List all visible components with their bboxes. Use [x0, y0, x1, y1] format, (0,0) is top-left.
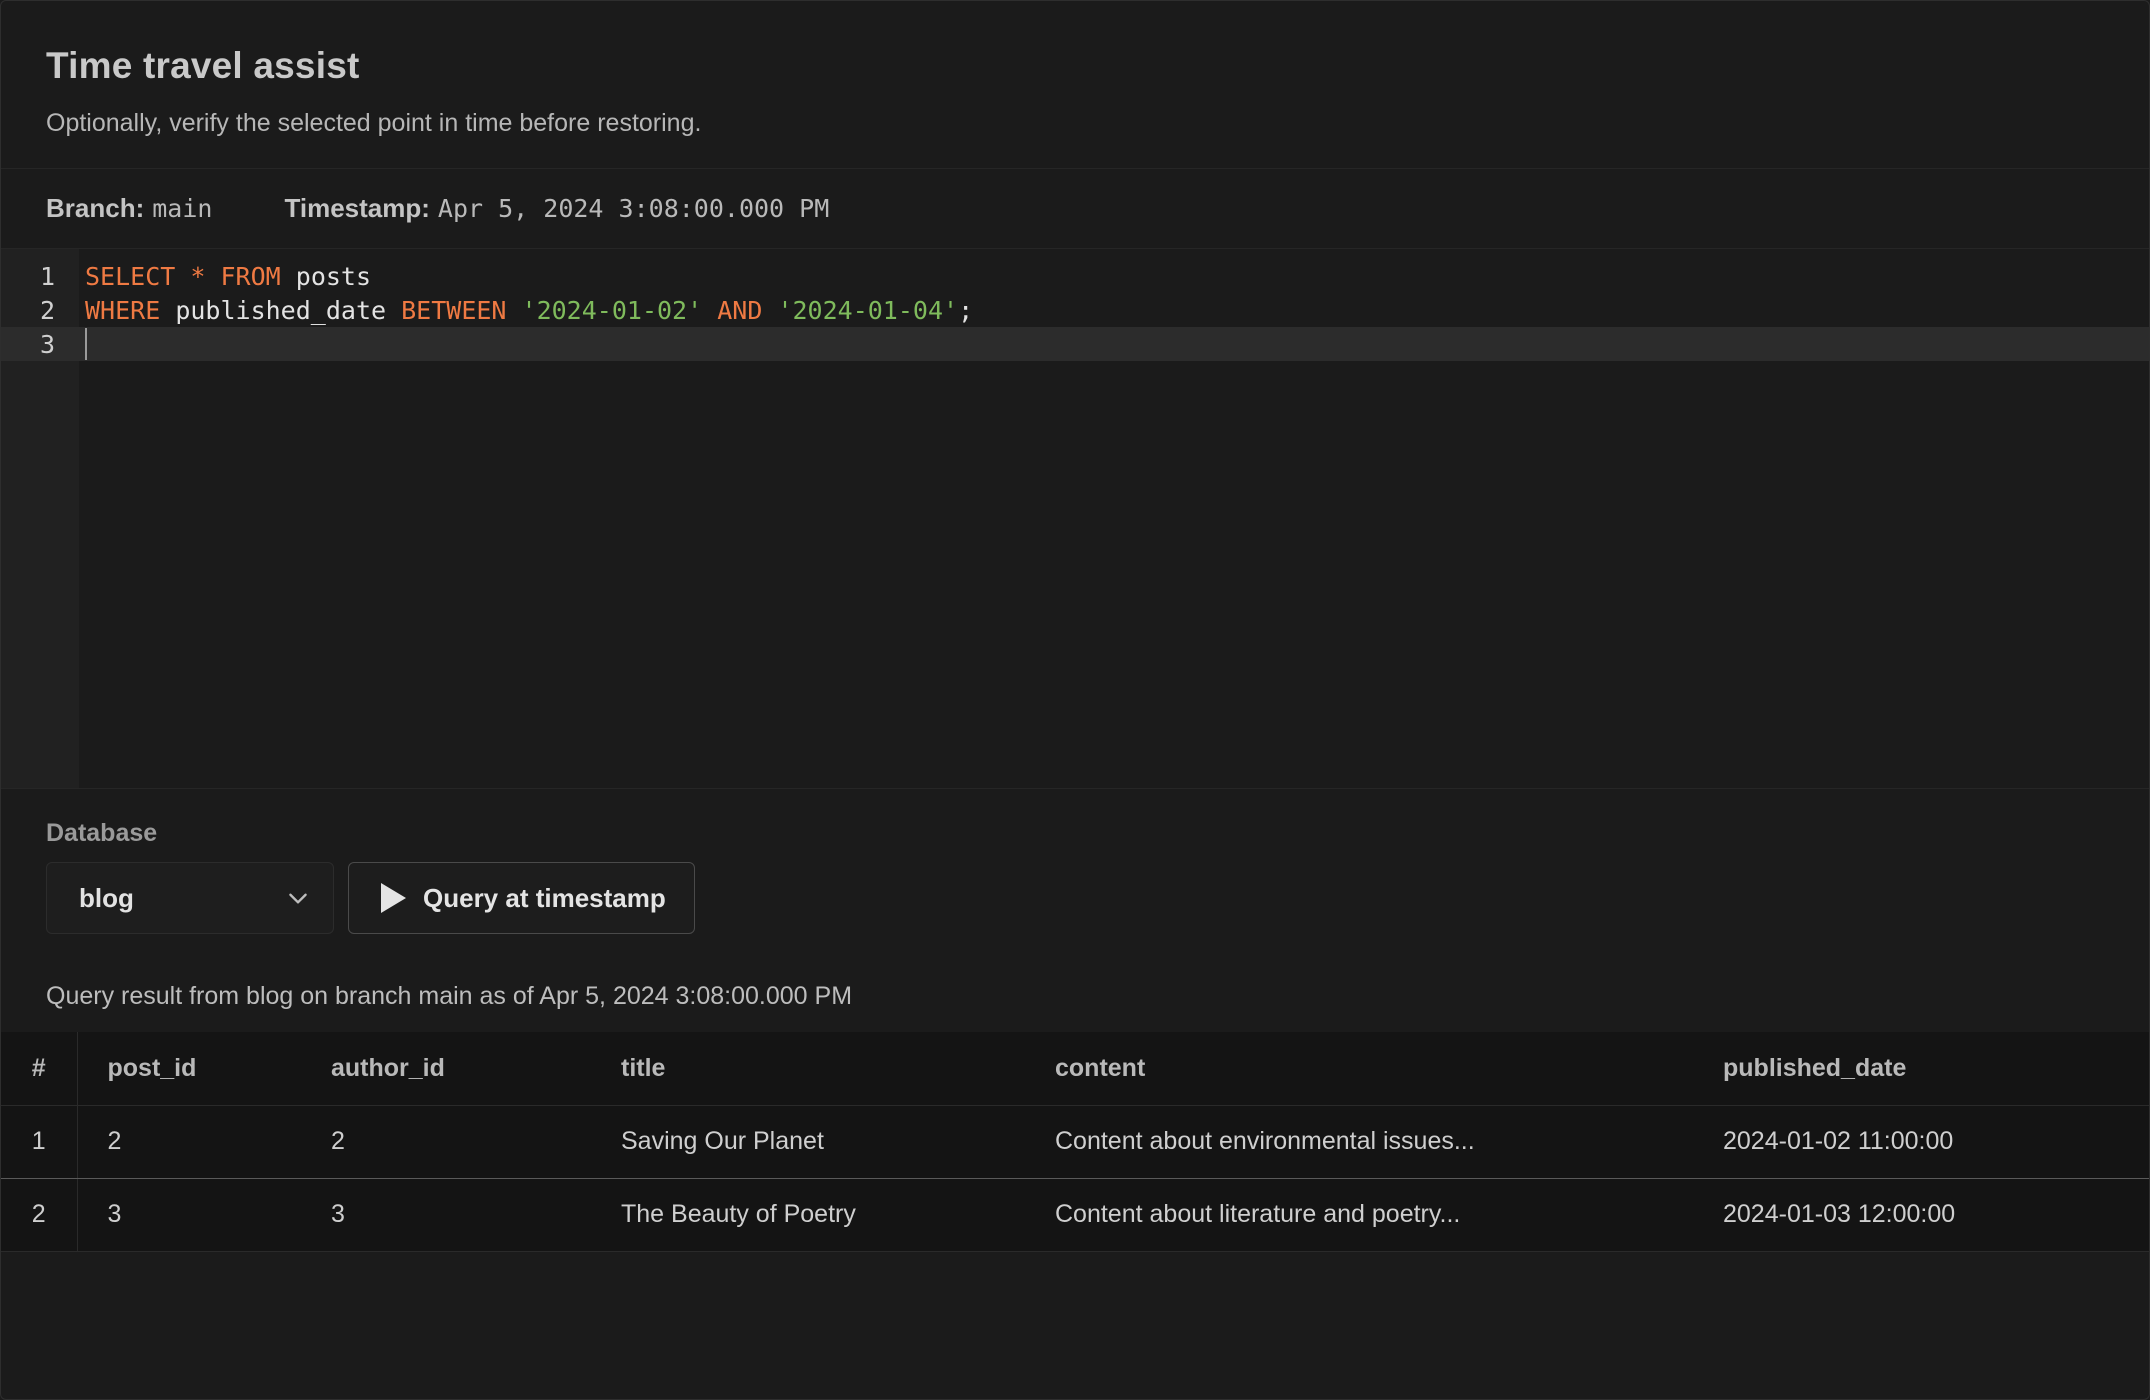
dialog-header: Time travel assist Optionally, verify th…	[1, 1, 2149, 169]
table-cell[interactable]: Content about environmental issues...	[1055, 1105, 1723, 1179]
keyword-token: WHERE	[85, 295, 161, 325]
code-line-1[interactable]: 1 SELECT * FROM posts	[1, 259, 2149, 293]
table-cell[interactable]: 2	[77, 1105, 331, 1179]
code-line-3-active[interactable]: 3	[1, 327, 2149, 361]
keyword-token: BETWEEN	[401, 295, 507, 325]
branch-label: Branch:	[46, 193, 145, 223]
row-index-cell: 1	[1, 1105, 78, 1179]
table-cell[interactable]: 2024-01-03 12:00:00	[1723, 1178, 2149, 1252]
table-cell[interactable]: The Beauty of Poetry	[621, 1178, 1055, 1252]
column-header-author-id[interactable]: author_id	[331, 1032, 621, 1106]
query-button-label: Query at timestamp	[423, 882, 666, 913]
chevron-down-icon	[289, 893, 307, 904]
query-controls: Database blog Query at timestamp Query r…	[1, 789, 2149, 1029]
table-cell[interactable]: Saving Our Planet	[621, 1105, 1055, 1179]
branch-info: Branch: main	[46, 193, 212, 224]
operator-token: *	[190, 261, 206, 291]
table-cell[interactable]: 3	[331, 1178, 621, 1252]
column-header-post-id[interactable]: post_id	[77, 1032, 331, 1106]
column-header-content[interactable]: content	[1055, 1032, 1723, 1106]
table-row[interactable]: 2 3 3 The Beauty of Poetry Content about…	[1, 1178, 2149, 1252]
table-row[interactable]: 1 2 2 Saving Our Planet Content about en…	[1, 1105, 2149, 1179]
table-header-row: # post_id author_id title content publis…	[1, 1032, 2149, 1106]
branch-value: main	[152, 194, 213, 223]
database-selected-value: blog	[79, 882, 134, 913]
database-select[interactable]: blog	[46, 862, 334, 934]
line-number: 1	[39, 261, 55, 291]
code-text: WHERE published_date BETWEEN '2024-01-02…	[79, 296, 973, 325]
line-number: 3	[39, 329, 55, 359]
column-header-published-date[interactable]: published_date	[1723, 1032, 2149, 1106]
timestamp-label: Timestamp:	[284, 193, 430, 223]
table-cell[interactable]: 2	[331, 1105, 621, 1179]
table-cell[interactable]: Content about literature and poetry...	[1055, 1178, 1723, 1252]
table-cell[interactable]: 3	[77, 1178, 331, 1252]
branch-timestamp-bar: Branch: main Timestamp: Apr 5, 2024 3:08…	[1, 169, 2149, 249]
sql-editor[interactable]: 1 SELECT * FROM posts 2 WHERE published_…	[1, 249, 2149, 789]
result-caption: Query result from blog on branch main as…	[46, 982, 853, 1010]
dialog-subtitle: Optionally, verify the selected point in…	[46, 109, 702, 137]
results-table: # post_id author_id title content publis…	[1, 1032, 2149, 1252]
code-line-2[interactable]: 2 WHERE published_date BETWEEN '2024-01-…	[1, 293, 2149, 327]
column-header-title[interactable]: title	[621, 1032, 1055, 1106]
timestamp-info: Timestamp: Apr 5, 2024 3:08:00.000 PM	[284, 193, 829, 224]
row-index-cell: 2	[1, 1178, 78, 1252]
database-label: Database	[46, 819, 158, 847]
identifier-token: posts	[295, 261, 372, 291]
line-number: 2	[39, 295, 55, 325]
dialog-title: Time travel assist	[46, 45, 360, 86]
text-cursor	[85, 328, 87, 360]
punctuation-token: ;	[958, 295, 974, 325]
code-text: SELECT * FROM posts	[79, 262, 371, 291]
column-header-index[interactable]: #	[1, 1032, 78, 1106]
time-travel-dialog: Time travel assist Optionally, verify th…	[0, 0, 2150, 1400]
keyword-token: AND	[717, 295, 763, 325]
keyword-token: SELECT	[85, 261, 176, 291]
query-at-timestamp-button[interactable]: Query at timestamp	[348, 862, 695, 934]
table-cell[interactable]: 2024-01-02 11:00:00	[1723, 1105, 2149, 1179]
timestamp-value: Apr 5, 2024 3:08:00.000 PM	[437, 194, 830, 223]
string-token: '2024-01-02'	[521, 295, 703, 325]
string-token: '2024-01-04'	[777, 295, 959, 325]
identifier-token: published_date	[175, 295, 387, 325]
keyword-token: FROM	[220, 261, 281, 291]
play-icon	[381, 883, 406, 913]
